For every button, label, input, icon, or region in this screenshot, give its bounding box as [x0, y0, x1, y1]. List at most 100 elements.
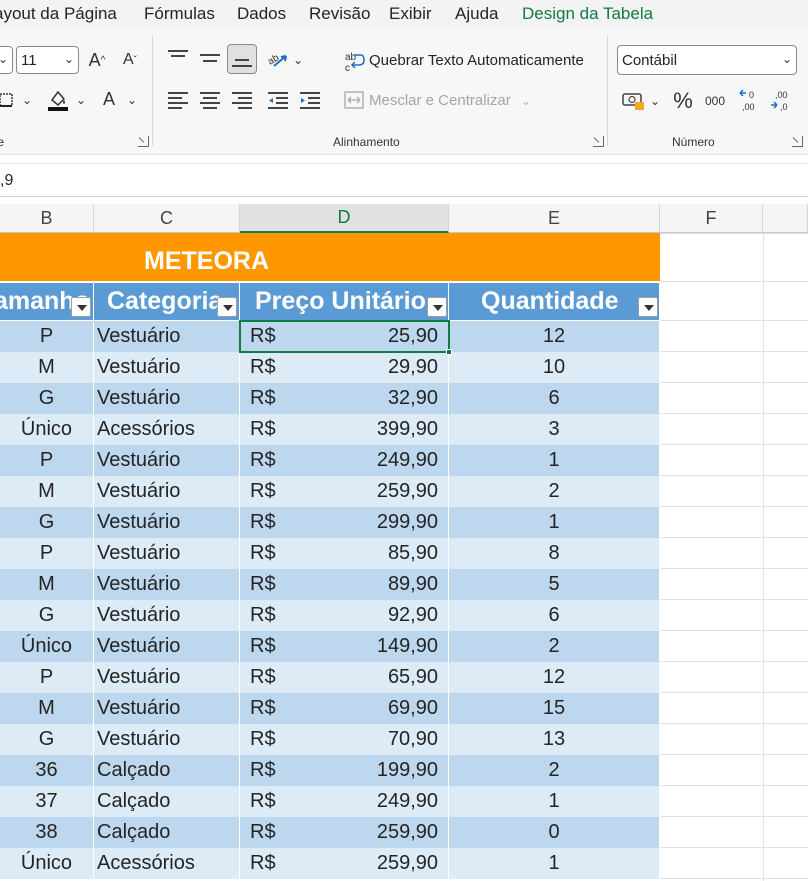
- table-title-band[interactable]: METEORA: [0, 233, 660, 281]
- cell-categoria[interactable]: Vestuário: [94, 724, 240, 755]
- tab-table-design[interactable]: Design da Tabela: [522, 4, 653, 24]
- comma-style-button[interactable]: 000: [702, 90, 728, 112]
- cell-tamanho[interactable]: Único: [0, 414, 94, 445]
- cell-categoria[interactable]: Vestuário: [94, 352, 240, 383]
- column-header-d[interactable]: D: [240, 204, 449, 233]
- tab-view[interactable]: Exibir: [389, 4, 432, 24]
- decrease-font-size-icon[interactable]: Aˇ: [118, 46, 142, 74]
- tab-review[interactable]: Revisão: [309, 4, 370, 24]
- cell-quantidade[interactable]: 5: [449, 569, 660, 600]
- increase-decimal-icon[interactable]: 0,00: [737, 86, 763, 114]
- cell-categoria[interactable]: Calçado: [94, 755, 240, 786]
- cell-categoria[interactable]: Vestuário: [94, 662, 240, 693]
- font-size-dropdown[interactable]: 11 ⌄: [16, 46, 79, 74]
- formula-bar-value[interactable]: ,9: [0, 172, 13, 190]
- cell-preco-unitario[interactable]: R$ 259,90: [240, 848, 449, 879]
- cell-tamanho[interactable]: P: [0, 662, 94, 693]
- cell-categoria[interactable]: Vestuário: [94, 631, 240, 662]
- column-header-f[interactable]: F: [660, 204, 763, 233]
- cell-categoria[interactable]: Vestuário: [94, 600, 240, 631]
- decrease-decimal-icon[interactable]: ,00,0: [768, 86, 794, 114]
- alignment-dialog-launcher-icon[interactable]: [593, 136, 604, 147]
- column-header-e[interactable]: E: [449, 204, 660, 233]
- fill-color-icon[interactable]: [46, 86, 70, 114]
- cell-preco-unitario[interactable]: R$ 65,90: [240, 662, 449, 693]
- cell-quantidade[interactable]: 1: [449, 445, 660, 476]
- cell-categoria[interactable]: Vestuário: [94, 538, 240, 569]
- cell-tamanho[interactable]: G: [0, 724, 94, 755]
- cell-quantidade[interactable]: 10: [449, 352, 660, 383]
- align-center-icon[interactable]: [200, 92, 220, 110]
- active-cell-selection[interactable]: [239, 320, 450, 353]
- increase-indent-icon[interactable]: [298, 90, 322, 112]
- cell-tamanho[interactable]: P: [0, 445, 94, 476]
- cell-quantidade[interactable]: 1: [449, 786, 660, 817]
- cell-quantidade[interactable]: 13: [449, 724, 660, 755]
- number-format-dropdown[interactable]: Contábil ⌄: [617, 45, 797, 75]
- cell-categoria[interactable]: Vestuário: [94, 693, 240, 724]
- accounting-format-icon[interactable]: [620, 88, 646, 114]
- cell-preco-unitario[interactable]: R$ 32,90: [240, 383, 449, 414]
- column-header-b[interactable]: B: [0, 204, 94, 233]
- align-left-icon[interactable]: [168, 92, 188, 110]
- cell-quantidade[interactable]: 12: [449, 662, 660, 693]
- header-preco-unitario[interactable]: Preço Unitário: [240, 283, 449, 320]
- header-categoria[interactable]: Categoria: [94, 283, 240, 320]
- cell-tamanho[interactable]: P: [0, 321, 94, 352]
- cell-tamanho[interactable]: P: [0, 538, 94, 569]
- cell-tamanho[interactable]: G: [0, 600, 94, 631]
- cell-categoria[interactable]: Calçado: [94, 786, 240, 817]
- header-quantidade[interactable]: Quantidade: [449, 283, 660, 320]
- cell-categoria[interactable]: Vestuário: [94, 383, 240, 414]
- align-right-icon[interactable]: [232, 92, 252, 110]
- cell-quantidade[interactable]: 15: [449, 693, 660, 724]
- cell-preco-unitario[interactable]: R$ 70,90: [240, 724, 449, 755]
- cell-tamanho[interactable]: M: [0, 352, 94, 383]
- tab-page-layout[interactable]: ayout da Página: [0, 4, 117, 24]
- cell-preco-unitario[interactable]: R$ 259,90: [240, 476, 449, 507]
- cell-tamanho[interactable]: 37: [0, 786, 94, 817]
- decrease-indent-icon[interactable]: [266, 90, 290, 112]
- cell-quantidade[interactable]: 1: [449, 848, 660, 879]
- chevron-down-icon[interactable]: ⌄: [74, 88, 88, 112]
- wrap-text-button[interactable]: Quebrar Texto Automaticamente: [369, 52, 584, 69]
- tab-formulas[interactable]: Fórmulas: [144, 4, 215, 24]
- filter-dropdown-icon[interactable]: [217, 297, 237, 317]
- chevron-down-icon[interactable]: ⌄: [20, 88, 34, 112]
- cell-categoria[interactable]: Vestuário: [94, 321, 240, 352]
- cell-tamanho[interactable]: 38: [0, 817, 94, 848]
- number-dialog-launcher-icon[interactable]: [792, 136, 803, 147]
- cell-quantidade[interactable]: 0: [449, 817, 660, 848]
- cell-tamanho[interactable]: M: [0, 476, 94, 507]
- borders-icon[interactable]: [0, 88, 14, 112]
- cell-preco-unitario[interactable]: R$ 199,90: [240, 755, 449, 786]
- cell-tamanho[interactable]: Único: [0, 631, 94, 662]
- cell-tamanho[interactable]: Único: [0, 848, 94, 879]
- header-tamanho[interactable]: amanho: [0, 283, 94, 320]
- cell-categoria[interactable]: Vestuário: [94, 569, 240, 600]
- font-dialog-launcher-icon[interactable]: [138, 136, 149, 147]
- cell-categoria[interactable]: Calçado: [94, 817, 240, 848]
- cell-preco-unitario[interactable]: R$ 29,90: [240, 352, 449, 383]
- cell-tamanho[interactable]: 36: [0, 755, 94, 786]
- cell-tamanho[interactable]: M: [0, 693, 94, 724]
- cell-tamanho[interactable]: M: [0, 569, 94, 600]
- cell-quantidade[interactable]: 6: [449, 383, 660, 414]
- filter-dropdown-icon[interactable]: [638, 297, 658, 317]
- cell-preco-unitario[interactable]: R$ 85,90: [240, 538, 449, 569]
- formula-bar[interactable]: ,9: [0, 163, 808, 197]
- cell-categoria[interactable]: Acessórios: [94, 848, 240, 879]
- fill-handle[interactable]: [446, 349, 452, 355]
- cell-quantidade[interactable]: 8: [449, 538, 660, 569]
- chevron-down-icon[interactable]: ⌄: [125, 88, 139, 112]
- cell-preco-unitario[interactable]: R$ 89,90: [240, 569, 449, 600]
- tab-data[interactable]: Dados: [237, 4, 286, 24]
- cell-quantidade[interactable]: 3: [449, 414, 660, 445]
- cell-tamanho[interactable]: G: [0, 383, 94, 414]
- cell-preco-unitario[interactable]: R$ 249,90: [240, 786, 449, 817]
- cell-preco-unitario[interactable]: R$ 69,90: [240, 693, 449, 724]
- cell-quantidade[interactable]: 2: [449, 476, 660, 507]
- orientation-icon[interactable]: ab: [266, 46, 290, 72]
- font-color-icon[interactable]: A: [98, 86, 120, 112]
- align-top-icon[interactable]: [168, 50, 188, 68]
